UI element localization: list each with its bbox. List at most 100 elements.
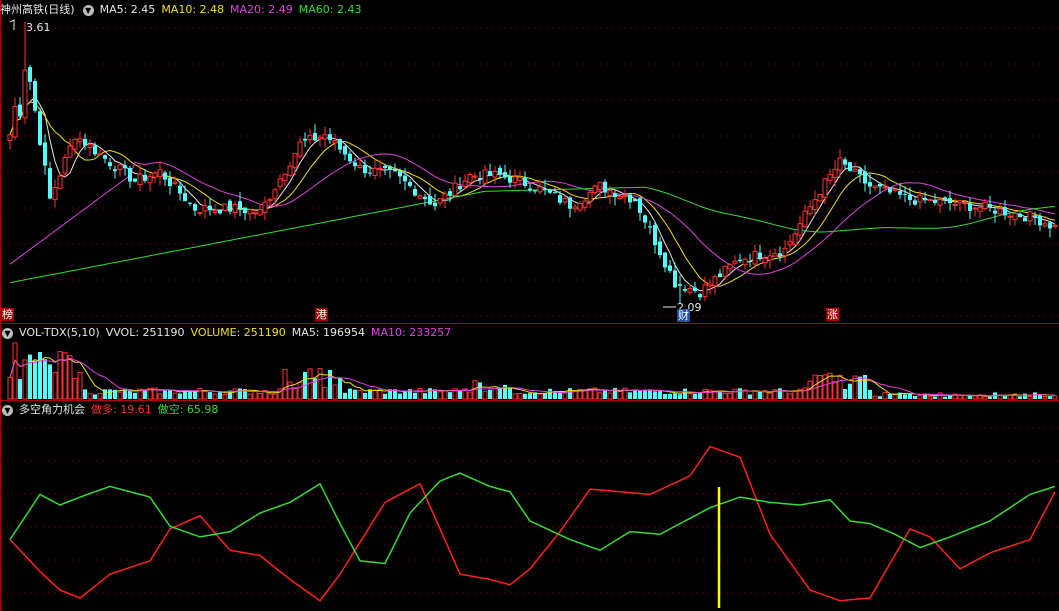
volume-bar-down [658,391,662,399]
candle-body-up [872,185,878,189]
candle-body-down [643,215,647,223]
candle-body-down [848,162,852,171]
volume-bar-up [467,391,473,400]
candle-body-down [313,133,317,141]
candle-body-down [648,226,652,228]
candle-body-down [43,142,47,166]
candle-body-up [732,260,738,264]
volume-bar-up [687,393,693,400]
candle-body-down [523,177,527,186]
candle-body-down [433,202,437,207]
event-tag-gang[interactable]: 港 [315,308,328,321]
candle-body-up [702,284,708,297]
ma60-line [9,186,1056,284]
candle-body-up [1052,225,1058,227]
candle-body-up [297,141,303,157]
candle-body-down [93,145,97,155]
volume-indicator-name[interactable]: VOL-TDX(5,10) [19,324,100,342]
candle-body-down [328,134,332,141]
candle-body-up [582,200,588,208]
volume-bar-down [908,393,912,399]
volume-bar-up [1042,396,1048,400]
event-tag-zhang[interactable]: 涨 [826,308,839,321]
dropdown-arrow-icon[interactable]: ▼ [2,404,13,416]
candle-body-up [617,195,623,199]
event-tag-bang[interactable]: 榜 [1,308,14,321]
volume-bar-down [1048,396,1052,399]
volume-bar-down [888,394,892,399]
candle-body-up [982,202,988,210]
candle-body-up [292,153,298,168]
candle-body-up [417,195,423,199]
candle-body-down [458,186,462,190]
volume-bar-down [43,359,47,399]
candle-body-down [628,194,632,203]
candle-body-down [38,111,42,145]
candle-body-up [267,198,273,202]
candle-body-down [168,177,172,186]
event-tag-cai[interactable]: 财 [677,309,690,322]
volume-bar-down [403,391,407,399]
candle-body-up [377,167,383,170]
volume-bar-down [413,392,417,399]
candle-body-down [33,81,37,111]
candle-body-down [183,193,187,202]
candle-body-up [767,255,773,261]
candle-body-down [678,284,682,286]
candle-body-down [568,197,572,209]
candle-body-down [368,172,372,174]
volume-bar-up [917,395,923,400]
stock-chart-canvas[interactable]: 3.61 2.09 [0,0,1059,611]
oscillator-lines [9,445,1056,608]
candle-body-down [108,162,112,167]
candle-body-up [817,193,823,202]
volume-bar-down [1023,393,1027,399]
candle-body-up [822,178,828,198]
ma20-value: MA20: 2.49 [230,3,293,16]
volume-bar-down [738,388,742,399]
volume-bar-up [1027,396,1033,400]
volume-bar-up [287,381,293,400]
volume-bar-down [603,390,607,399]
candle-body-down [163,172,167,180]
candlesticks [7,22,1058,303]
volume-bar-up [937,392,943,400]
candle-body-down [633,199,637,202]
candle-body-down [968,203,972,211]
candle-body-down [988,204,992,207]
volume-bar-down [903,394,907,399]
candle-body-up [247,209,253,215]
dropdown-arrow-icon[interactable]: ▼ [82,4,94,16]
oscillator-indicator-name[interactable]: 多空角力机会 [19,401,85,419]
candle-body-up [762,257,768,263]
volume-bar-up [787,393,793,400]
volume-bar-up [317,368,323,400]
candle-body-down [488,171,492,176]
candle-body-down [638,198,642,213]
candle-body-up [977,207,983,212]
candle-body-up [727,264,733,270]
dropdown-arrow-icon[interactable]: ▼ [2,327,13,339]
candle-body-down [133,178,137,182]
volume-bar-up [77,372,83,400]
volume-bar-down [508,388,512,399]
candle-body-up [577,203,583,211]
candle-body-down [383,165,387,169]
ma5-value: MA5: 2.45 [99,3,156,16]
volume-bar-up [722,393,728,400]
candle-body-up [742,258,748,266]
stock-name[interactable]: 神州高铁 [0,1,44,19]
volume-bar-up [97,392,103,400]
candle-body-up [972,207,978,210]
candle-body-down [1038,215,1042,226]
volume-bar-up [52,371,58,400]
vvol-value: VVOL: 251190 [105,326,185,339]
candle-body-up [137,173,143,186]
ma60-value: MA60: 2.43 [298,3,362,16]
candle-body-up [287,165,293,176]
candle-body-up [157,169,163,178]
volume-bar-down [988,396,992,399]
volume-bar-up [767,392,773,400]
candle-body-up [707,283,713,287]
candle-body-down [1003,207,1007,216]
